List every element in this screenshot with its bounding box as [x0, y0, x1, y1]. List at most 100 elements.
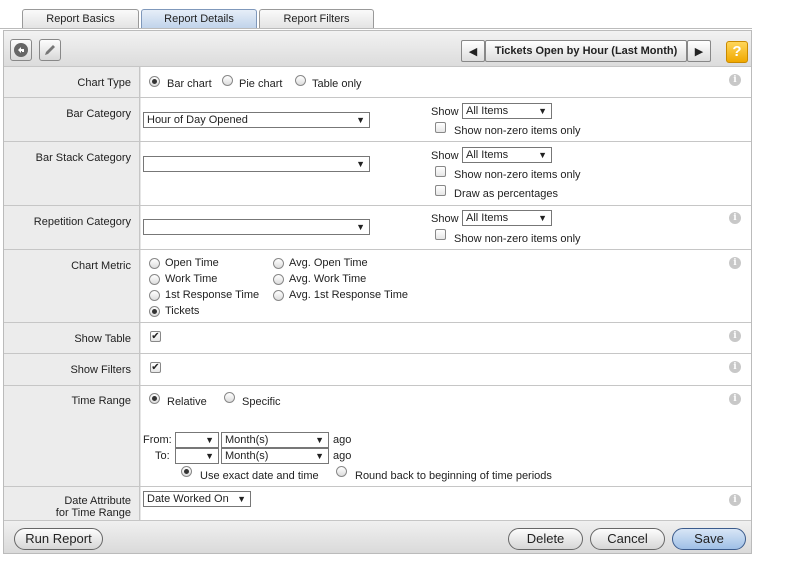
avg-open-time-radio[interactable] [273, 258, 284, 269]
chart-type-label: Chart Type [77, 77, 131, 89]
dropdown-arrow-icon: ▼ [538, 150, 547, 160]
show-filters-checkbox[interactable]: ✔ [150, 362, 161, 373]
work-time-label: Work Time [165, 273, 218, 285]
undo-icon [14, 43, 28, 57]
nonzero-label: Show non-zero items only [454, 125, 581, 137]
open-time-radio[interactable] [149, 258, 160, 269]
to-label: To: [155, 450, 170, 462]
avg-work-time-radio[interactable] [273, 274, 284, 285]
dropdown-arrow-icon: ▼ [315, 435, 324, 445]
bar-stack-show-select[interactable]: All Items ▼ [462, 147, 552, 163]
bar-stack-nonzero-checkbox[interactable] [435, 166, 446, 177]
chart-metric-row: Chart Metric Open Time Work Time 1st Res… [4, 249, 751, 322]
next-report-button[interactable]: ▶ [687, 40, 711, 62]
date-attribute-label-line2: for Time Range [55, 507, 131, 519]
bar-category-nonzero-checkbox[interactable] [435, 122, 446, 133]
exact-date-label: Use exact date and time [200, 470, 319, 482]
report-title[interactable]: Tickets Open by Hour (Last Month) [485, 40, 687, 62]
tab-report-filters[interactable]: Report Filters [259, 9, 374, 29]
draw-percentages-checkbox[interactable] [435, 185, 446, 196]
avg-open-time-label: Avg. Open Time [289, 257, 368, 269]
pie-chart-label: Pie chart [239, 78, 283, 90]
info-icon[interactable]: i [729, 212, 741, 224]
report-details-panel: ◀ Tickets Open by Hour (Last Month) ▶ ? … [3, 30, 752, 554]
specific-radio[interactable] [224, 392, 235, 403]
tab-report-details[interactable]: Report Details [141, 9, 257, 29]
bar-chart-radio[interactable] [149, 76, 160, 87]
tab-report-basics[interactable]: Report Basics [22, 9, 139, 29]
from-label: From: [143, 434, 172, 446]
dropdown-arrow-icon: ▼ [538, 213, 547, 223]
info-icon[interactable]: i [729, 393, 741, 405]
show-filters-row: Show Filters ✔ i [4, 353, 751, 385]
bar-chart-label: Bar chart [167, 78, 212, 90]
info-icon[interactable]: i [729, 330, 741, 342]
to-unit-select[interactable]: Month(s) ▼ [221, 448, 329, 464]
from-unit-select[interactable]: Month(s) ▼ [221, 432, 329, 448]
avg-first-response-time-label: Avg. 1st Response Time [289, 289, 409, 301]
repetition-nonzero-checkbox[interactable] [435, 229, 446, 240]
exact-date-radio[interactable] [181, 466, 192, 477]
help-button[interactable]: ? [726, 41, 748, 63]
nonzero-label: Show non-zero items only [454, 233, 581, 245]
to-amount-select[interactable]: ▼ [175, 448, 219, 464]
avg-first-response-time-radio[interactable] [273, 290, 284, 301]
tab-divider [0, 28, 752, 29]
relative-radio[interactable] [149, 393, 160, 404]
repetition-category-row: Repetition Category ▼ Show All Items ▼ Sh… [4, 205, 751, 249]
dropdown-arrow-icon: ▼ [356, 222, 365, 232]
bar-category-show-select[interactable]: All Items ▼ [462, 103, 552, 119]
show-table-row: Show Table ✔ i [4, 322, 751, 353]
bar-category-row: Bar Category Hour of Day Opened ▼ Show Al… [4, 97, 751, 141]
delete-button[interactable]: Delete [508, 528, 583, 550]
date-attribute-select[interactable]: Date Worked On ▼ [143, 491, 251, 507]
footer-bar: Run Report Delete Cancel Save [4, 520, 751, 553]
info-icon[interactable]: i [729, 257, 741, 269]
bar-stack-category-select[interactable]: ▼ [143, 156, 370, 172]
bar-stack-category-label: Bar Stack Category [35, 152, 131, 164]
from-amount-select[interactable]: ▼ [175, 432, 219, 448]
show-table-checkbox[interactable]: ✔ [150, 331, 161, 342]
toolbar: ◀ Tickets Open by Hour (Last Month) ▶ ? [4, 31, 751, 66]
cancel-button[interactable]: Cancel [590, 528, 665, 550]
bar-category-label: Bar Category [66, 108, 131, 120]
table-only-radio[interactable] [295, 75, 306, 86]
info-icon[interactable]: i [729, 74, 741, 86]
tab-bar: Report Basics Report Details Report Filt… [0, 0, 787, 30]
first-response-time-radio[interactable] [149, 290, 160, 301]
chart-type-row: Chart Type Bar chart Pie chart Table onl… [4, 66, 751, 97]
save-button[interactable]: Save [672, 528, 746, 550]
info-icon[interactable]: i [729, 361, 741, 373]
dropdown-arrow-icon: ▼ [205, 435, 214, 445]
show-label: Show [431, 150, 459, 162]
repetition-category-select[interactable]: ▼ [143, 219, 370, 235]
dropdown-arrow-icon: ▼ [237, 494, 246, 504]
dropdown-arrow-icon: ▼ [205, 451, 214, 461]
open-time-label: Open Time [165, 257, 219, 269]
time-range-row: Time Range Relative Specific From: ▼ Mon… [4, 385, 751, 486]
arrow-right-icon: ▶ [694, 45, 704, 58]
repetition-show-select[interactable]: All Items ▼ [462, 210, 552, 226]
edit-button[interactable] [39, 39, 61, 61]
run-report-button[interactable]: Run Report [14, 528, 103, 550]
tickets-label: Tickets [165, 305, 200, 317]
avg-work-time-label: Avg. Work Time [289, 273, 367, 285]
relative-label: Relative [167, 396, 207, 408]
dropdown-arrow-icon: ▼ [356, 115, 365, 125]
dropdown-arrow-icon: ▼ [356, 159, 365, 169]
pie-chart-radio[interactable] [222, 75, 233, 86]
info-icon[interactable]: i [729, 494, 741, 506]
show-label: Show [431, 213, 459, 225]
bar-category-select[interactable]: Hour of Day Opened ▼ [143, 112, 370, 128]
first-response-time-label: 1st Response Time [165, 289, 260, 301]
date-attribute-label-line1: Date Attribute [64, 495, 131, 507]
work-time-radio[interactable] [149, 274, 160, 285]
dropdown-arrow-icon: ▼ [315, 451, 324, 461]
time-range-label: Time Range [71, 395, 131, 407]
round-back-radio[interactable] [336, 466, 347, 477]
from-ago-label: ago [333, 434, 352, 446]
table-only-label: Table only [312, 78, 362, 90]
tickets-radio[interactable] [149, 306, 160, 317]
undo-button[interactable] [10, 39, 32, 61]
previous-report-button[interactable]: ◀ [461, 40, 485, 62]
